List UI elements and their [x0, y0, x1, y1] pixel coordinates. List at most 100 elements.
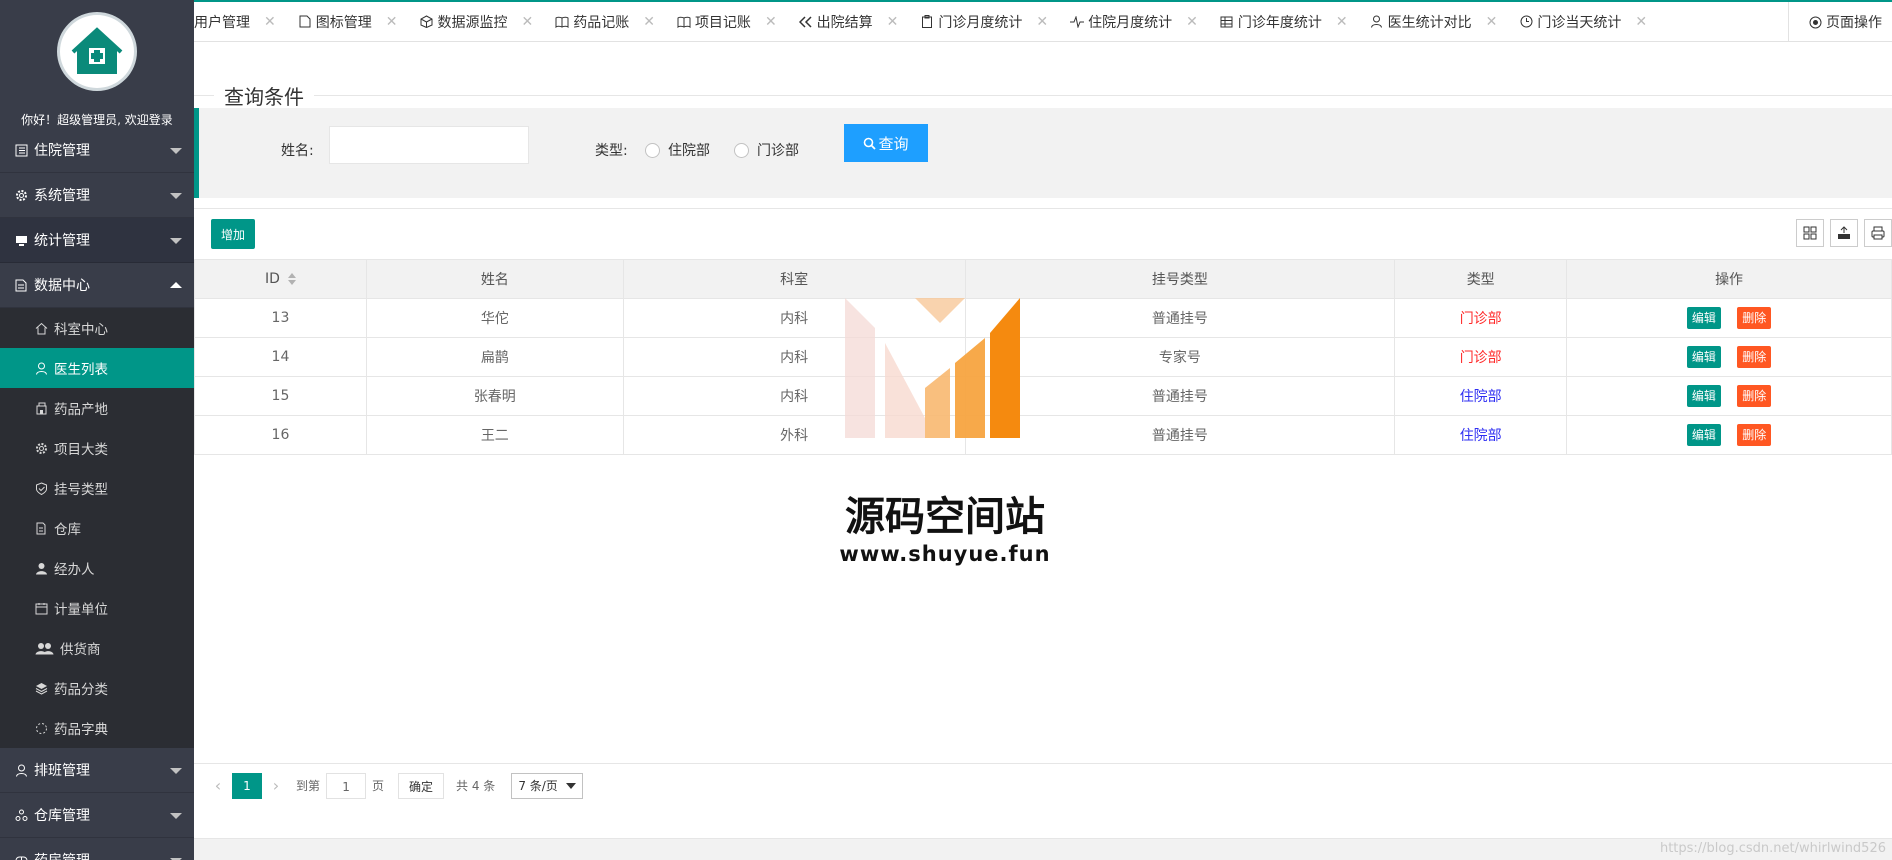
prev-page-icon[interactable]: ‹ [204, 776, 232, 795]
export-icon[interactable] [1830, 219, 1858, 247]
tab-project-billing[interactable]: 项目记账 ✕ [665, 2, 787, 41]
tab-bar: 用户管理 ✕ 图标管理 ✕ 数据源监控 ✕ 药品记账 ✕ 项目记账 ✕ 出院结算… [194, 0, 1892, 42]
tab-user-management[interactable]: 用户管理 ✕ [194, 2, 286, 41]
nav-group-data-center[interactable]: 数据中心 [0, 263, 194, 308]
sidebar-item-handler[interactable]: 经办人 [0, 548, 194, 588]
nav-group-pharmacy[interactable]: 药房管理 [0, 838, 194, 860]
delete-button[interactable]: 删除 [1737, 424, 1772, 446]
page-operations-menu[interactable]: 页面操作 [1788, 2, 1892, 41]
cell-id: 13 [194, 298, 367, 338]
chevron-down-icon [170, 813, 182, 819]
nav-group-label: 排班管理 [34, 763, 90, 779]
columns-filter-icon[interactable] [1796, 219, 1824, 247]
sidebar-item-unit[interactable]: 计量单位 [0, 588, 194, 628]
nav-group-label: 统计管理 [34, 233, 90, 249]
next-page-icon[interactable]: › [262, 776, 290, 795]
cell-actions: 编辑 删除 [1566, 376, 1892, 416]
building-icon [34, 401, 48, 415]
target-icon [1809, 16, 1822, 29]
close-icon[interactable]: ✕ [264, 14, 276, 30]
column-header-name: 姓名 [365, 259, 624, 299]
close-icon[interactable]: ✕ [765, 14, 777, 30]
search-button[interactable]: 查询 [844, 124, 928, 162]
search-form: 姓名: 类型: 住院部 门诊部 查询 [194, 108, 1892, 198]
column-header-id[interactable]: ID [194, 259, 367, 299]
sidebar-item-drug-category[interactable]: 药品分类 [0, 668, 194, 708]
main-content: 查询条件 姓名: 类型: 住院部 门诊部 查询 增加 ID 姓名 科室 挂号类型… [194, 42, 1892, 860]
close-icon[interactable]: ✕ [386, 14, 398, 30]
delete-button[interactable]: 删除 [1737, 385, 1772, 407]
sidebar-item-label: 挂号类型 [54, 482, 108, 498]
edit-button[interactable]: 编辑 [1686, 307, 1721, 329]
edit-button[interactable]: 编辑 [1686, 424, 1721, 446]
name-input[interactable] [329, 126, 529, 164]
tab-label: 出院结算 [816, 14, 873, 31]
cube-icon [419, 15, 433, 29]
gear-icon [34, 441, 48, 455]
close-icon[interactable]: ✕ [1186, 14, 1198, 30]
sidebar-item-department[interactable]: 科室中心 [0, 308, 194, 348]
tab-label: 住院月度统计 [1088, 14, 1173, 31]
column-header-type: 类型 [1394, 259, 1568, 299]
sidebar-item-label: 供货商 [60, 642, 101, 658]
page-size-select[interactable]: 7 条/页 [511, 772, 583, 799]
cell-name: 张春明 [365, 376, 624, 416]
tab-outpatient-yearly[interactable]: 门诊年度统计 ✕ [1208, 2, 1358, 41]
close-icon[interactable]: ✕ [1336, 14, 1348, 30]
welcome-text: 你好！超级管理员, 欢迎登录 [21, 113, 173, 127]
current-page[interactable]: 1 [232, 772, 262, 799]
close-icon[interactable]: ✕ [521, 14, 533, 30]
tab-doctor-comparison[interactable]: 医生统计对比 ✕ [1358, 2, 1508, 41]
radio-inpatient[interactable]: 住院部 [645, 140, 710, 160]
tab-datasource-monitor[interactable]: 数据源监控 ✕ [407, 2, 543, 41]
cell-id: 16 [194, 415, 367, 455]
radio-outpatient[interactable]: 门诊部 [734, 140, 799, 160]
sort-icon[interactable] [287, 273, 296, 285]
name-label: 姓名: [281, 143, 314, 159]
close-icon[interactable]: ✕ [643, 14, 655, 30]
sidebar-item-registration-type[interactable]: 挂号类型 [0, 468, 194, 508]
print-icon[interactable] [1864, 219, 1892, 247]
page-jump-input[interactable]: 1 [326, 772, 367, 799]
radio-label: 门诊部 [757, 143, 799, 159]
sidebar: 你好！超级管理员, 欢迎登录 住院管理 系统管理 统计管理 数据中心 科室中心 … [0, 0, 194, 860]
book-icon [555, 15, 569, 29]
nav-group-statistics[interactable]: 统计管理 [0, 218, 194, 263]
monitor-icon [14, 233, 28, 247]
close-icon[interactable]: ✕ [1486, 14, 1498, 30]
nav-group-inpatient[interactable]: 住院管理 [0, 128, 194, 173]
tab-inpatient-monthly[interactable]: 住院月度统计 ✕ [1058, 2, 1208, 41]
sidebar-item-label: 药品产地 [54, 402, 108, 418]
delete-button[interactable]: 删除 [1737, 346, 1772, 368]
nav-group-scheduling[interactable]: 排班管理 [0, 748, 194, 793]
pagination: ‹ 1 › 到第 1 页 确定 共 4 条 7 条/页 [194, 763, 1892, 807]
close-icon[interactable]: ✕ [1635, 14, 1647, 30]
double-left-icon [799, 15, 813, 29]
sidebar-item-warehouse[interactable]: 仓库 [0, 508, 194, 548]
close-icon[interactable]: ✕ [887, 14, 899, 30]
sidebar-item-project-category[interactable]: 项目大类 [0, 428, 194, 468]
delete-button[interactable]: 删除 [1737, 307, 1772, 329]
loading-icon [34, 721, 48, 735]
user-icon [1370, 15, 1384, 29]
radio-label: 住院部 [668, 143, 710, 159]
edit-button[interactable]: 编辑 [1686, 346, 1721, 368]
sidebar-item-drug-dictionary[interactable]: 药品字典 [0, 708, 194, 748]
sidebar-item-drug-origin[interactable]: 药品产地 [0, 388, 194, 428]
note-icon [298, 15, 312, 29]
confirm-page-button[interactable]: 确定 [398, 772, 445, 799]
user-icon [34, 361, 48, 375]
tab-discharge-settlement[interactable]: 出院结算 ✕ [787, 2, 909, 41]
tab-outpatient-daily[interactable]: 门诊当天统计 ✕ [1507, 2, 1657, 41]
tab-icon-management[interactable]: 图标管理 ✕ [286, 2, 408, 41]
edit-button[interactable]: 编辑 [1686, 385, 1721, 407]
add-button[interactable]: 增加 [211, 219, 255, 249]
query-fieldset: 查询条件 [194, 62, 1892, 109]
tab-drug-billing[interactable]: 药品记账 ✕ [543, 2, 665, 41]
nav-group-warehouse[interactable]: 仓库管理 [0, 793, 194, 838]
nav-group-system[interactable]: 系统管理 [0, 173, 194, 218]
sidebar-item-doctor-list[interactable]: 医生列表 [0, 348, 194, 388]
close-icon[interactable]: ✕ [1036, 14, 1048, 30]
sidebar-item-supplier[interactable]: 供货商 [0, 628, 194, 668]
tab-outpatient-monthly[interactable]: 门诊月度统计 ✕ [908, 2, 1058, 41]
